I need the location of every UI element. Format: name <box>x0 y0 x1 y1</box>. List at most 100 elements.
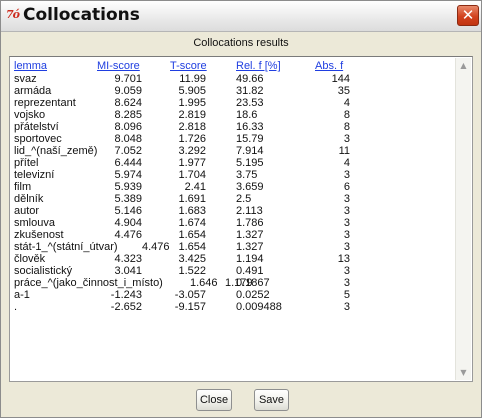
cell-mi-score: 5.389 <box>114 193 142 205</box>
results-list[interactable]: lemma MI-score T-score Rel. f [%] Abs. f… <box>9 56 473 382</box>
cell-lemma: a-1 <box>14 289 30 301</box>
table-row[interactable]: stát-1_^(státní_útvar) 4.476 1.654 1.327 3 <box>14 241 454 253</box>
cell-t-score: 1.726 <box>178 133 206 145</box>
table-row[interactable]: reprezentant 8.624 1.995 23.53 4 <box>14 97 454 109</box>
table-row[interactable]: . -2.652 -9.157 0.009488 3 <box>14 301 454 313</box>
table-row[interactable]: vojsko 8.285 2.819 18.6 8 <box>14 109 454 121</box>
cell-lemma: . <box>14 301 18 313</box>
table-row[interactable]: zkušenost 4.476 1.654 1.327 3 <box>14 229 454 241</box>
results-table: lemma MI-score T-score Rel. f [%] Abs. f… <box>14 60 454 313</box>
table-row[interactable]: film 5.939 2.41 3.659 6 <box>14 181 454 193</box>
cell-rel-f: 0.491 <box>236 265 264 277</box>
table-row[interactable]: televizní 5.974 1.704 3.75 3 <box>14 169 454 181</box>
table-row[interactable]: přátelství 8.096 2.818 16.33 8 <box>14 121 454 133</box>
cell-mi-score: 4.476 <box>142 241 170 253</box>
cell-rel-f: 16.33 <box>236 121 264 133</box>
cell-mi-score: 9.701 <box>114 73 142 85</box>
cell-mi-score: 4.323 <box>114 253 142 265</box>
cell-mi-score: 8.096 <box>114 121 142 133</box>
window-title: Collocations <box>23 5 140 25</box>
cell-rel-f: 31.82 <box>236 85 264 97</box>
cell-abs-f: 4 <box>343 97 350 109</box>
column-header-lemma[interactable]: lemma <box>14 60 47 72</box>
table-row[interactable]: svaz 9.701 11.99 49.66 144 <box>14 73 454 85</box>
column-header-mi-score[interactable]: MI-score <box>97 60 140 72</box>
cell-lemma: lid_^(naší_země) <box>14 145 98 157</box>
cell-t-score: 1.674 <box>178 217 206 229</box>
cell-abs-f: 11 <box>338 145 350 157</box>
cell-mi-score: -1.243 <box>110 289 142 301</box>
cell-lemma: sportovec <box>14 133 62 145</box>
cell-lemma: člověk <box>14 253 46 265</box>
cell-mi-score: 5.146 <box>114 205 142 217</box>
cell-t-score: 5.905 <box>178 85 206 97</box>
column-header-abs-f[interactable]: Abs. f <box>315 60 343 72</box>
table-row[interactable]: autor 5.146 1.683 2.113 3 <box>14 205 454 217</box>
cell-abs-f: 3 <box>343 205 350 217</box>
cell-mi-score: 8.285 <box>114 109 142 121</box>
cell-rel-f: 2.5 <box>236 193 252 205</box>
table-row[interactable]: smlouva 4.904 1.674 1.786 3 <box>14 217 454 229</box>
cell-lemma: přátelství <box>14 121 59 133</box>
cell-t-score: 1.683 <box>178 205 206 217</box>
cell-lemma: autor <box>14 205 40 217</box>
app-icon: 7ó <box>6 8 20 21</box>
cell-abs-f: 3 <box>343 265 350 277</box>
cell-t-score: 1.654 <box>178 229 206 241</box>
cell-abs-f: 3 <box>343 133 350 145</box>
cell-mi-score: -2.652 <box>110 301 142 313</box>
cell-lemma: vojsko <box>14 109 46 121</box>
cell-lemma: film <box>14 181 32 193</box>
cell-rel-f: 3.659 <box>236 181 264 193</box>
table-row[interactable]: práce_^(jako_činnost_i_místo) 1.646 1.179 0… <box>14 277 454 289</box>
cell-rel-f: 1.194 <box>236 253 264 265</box>
cell-lemma: přítel <box>14 157 39 169</box>
cell-rel-f: 1.786 <box>236 217 264 229</box>
column-header-t-score[interactable]: T-score <box>170 60 207 72</box>
scroll-down-icon[interactable]: ▼ <box>456 365 471 380</box>
scroll-up-icon[interactable]: ▲ <box>456 58 471 73</box>
cell-rel-f: 2.113 <box>236 205 263 217</box>
cell-rel-f: 23.53 <box>236 97 264 109</box>
cell-rel-f: 1.327 <box>236 241 264 253</box>
cell-t-score: 1.691 <box>178 193 206 205</box>
cell-rel-f: 1.327 <box>236 229 264 241</box>
cell-abs-f: 5 <box>343 289 350 301</box>
table-row[interactable]: socialistický 3.041 1.522 0.491 3 <box>14 265 454 277</box>
table-row[interactable]: přítel 6.444 1.977 5.195 4 <box>14 157 454 169</box>
table-row[interactable]: sportovec 8.048 1.726 15.79 3 <box>14 133 454 145</box>
table-row[interactable]: lid_^(naší_země) 7.052 3.292 7.914 11 <box>14 145 454 157</box>
close-button[interactable]: Close <box>196 389 232 411</box>
collocations-window: 7ó Collocations ✕ Collocations results l… <box>0 0 482 418</box>
cell-lemma: armáda <box>14 85 52 97</box>
cell-rel-f: 3.75 <box>236 169 258 181</box>
results-heading: Collocations results <box>193 37 289 49</box>
window-close-icon[interactable]: ✕ <box>457 5 479 26</box>
cell-rel-f: 5.195 <box>236 157 264 169</box>
table-row[interactable]: a-1 -1.243 -3.057 0.0252 5 <box>14 289 454 301</box>
cell-abs-f: 8 <box>343 109 350 121</box>
table-row[interactable]: člověk 4.323 3.425 1.194 13 <box>14 253 454 265</box>
cell-abs-f: 3 <box>343 301 350 313</box>
cell-t-score: 1.995 <box>178 97 206 109</box>
save-button[interactable]: Save <box>254 389 289 411</box>
vertical-scrollbar[interactable]: ▲ ▼ <box>455 58 471 380</box>
cell-rel-f: 49.66 <box>236 73 264 85</box>
cell-abs-f: 3 <box>343 277 350 289</box>
column-header-rel-f[interactable]: Rel. f [%] <box>236 60 281 72</box>
cell-abs-f: 4 <box>343 157 350 169</box>
cell-mi-score: 6.444 <box>114 157 142 169</box>
cell-abs-f: 3 <box>343 217 350 229</box>
cell-lemma: televizní <box>14 169 55 181</box>
table-row[interactable]: armáda 9.059 5.905 31.82 35 <box>14 85 454 97</box>
cell-mi-score: 4.476 <box>114 229 142 241</box>
cell-abs-f: 3 <box>343 169 350 181</box>
cell-t-score: 1.977 <box>178 157 206 169</box>
table-row[interactable]: dělník 5.389 1.691 2.5 3 <box>14 193 454 205</box>
cell-abs-f: 13 <box>337 253 350 265</box>
title-bar[interactable]: 7ó Collocations ✕ <box>1 1 481 32</box>
cell-t-score: -3.057 <box>174 289 206 301</box>
cell-lemma: zkušenost <box>14 229 64 241</box>
cell-rel-f: 0.1867 <box>236 277 270 289</box>
cell-t-score: -9.157 <box>174 301 206 313</box>
